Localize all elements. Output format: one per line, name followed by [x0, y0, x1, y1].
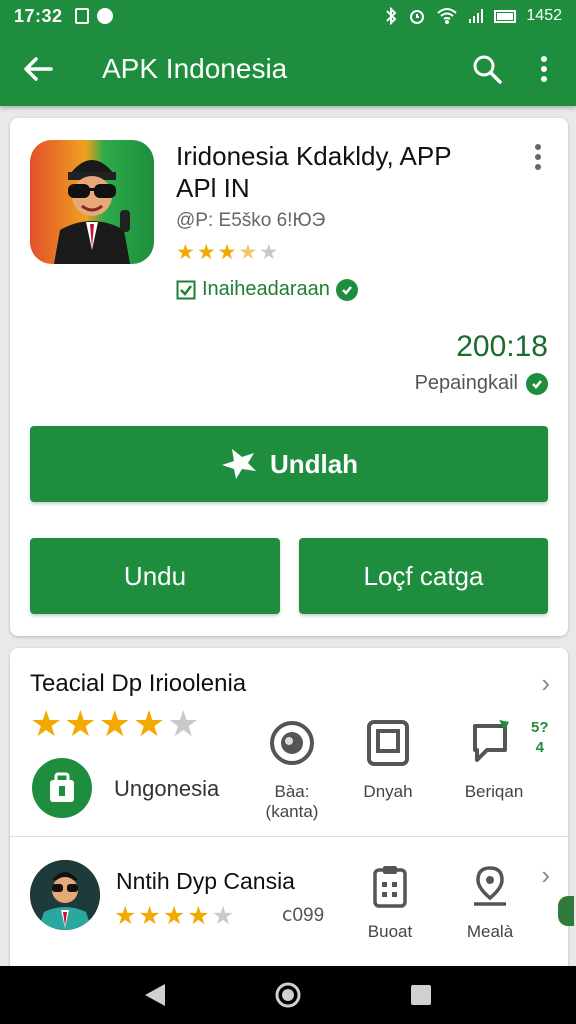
more-vert-icon	[541, 56, 547, 82]
feature-label: Buoat	[367, 922, 413, 941]
back-arrow-icon	[24, 57, 53, 81]
burst-icon	[221, 449, 256, 479]
star-icon: ★	[176, 241, 195, 264]
star-icon: ★	[138, 902, 161, 930]
secondary-button-left-label: Undu	[123, 560, 187, 591]
battery-icon	[494, 9, 517, 23]
app-logo-illustration	[30, 140, 154, 264]
chat-bubble-icon	[473, 720, 509, 762]
tablet-icon	[367, 720, 409, 766]
star-icon: ★	[114, 902, 137, 930]
radio-icon	[270, 721, 314, 765]
nav-back-icon[interactable]	[143, 982, 167, 1008]
more-dot-icon	[535, 164, 541, 170]
feature-label: Dnyah	[363, 782, 413, 801]
secondary-button-right-label: Loçf catga	[363, 560, 484, 591]
status-bar: 17:32 1452	[0, 0, 576, 32]
primary-download-button[interactable]: Undlah	[30, 426, 548, 502]
developer-icon[interactable]	[32, 758, 92, 818]
notification-icon	[96, 8, 113, 24]
details-card: Teacial Dp Irioolenia › ★ ★ ★ ★ ★ Ungone…	[10, 648, 574, 968]
bag-icon	[50, 772, 74, 802]
second-item-name: Nntih Dyp Cansia	[116, 868, 295, 894]
download-count: 200:18	[456, 330, 548, 363]
system-nav-bar	[0, 966, 576, 1024]
feature-label: Beriqan	[464, 782, 524, 801]
signal-icon	[469, 9, 484, 23]
second-item-rating-stars: ★ ★ ★ ★ ★	[114, 904, 234, 929]
feature-item[interactable]: 5?4 Beriqan	[446, 714, 549, 802]
feature-badge: 5?4	[531, 719, 549, 756]
nav-recents-icon[interactable]	[409, 983, 433, 1007]
verified-row: Inaiheadaraan	[176, 278, 358, 301]
verified-badge-icon	[335, 278, 358, 301]
clipboard-icon	[373, 866, 407, 908]
alarm-icon	[410, 10, 425, 24]
edge-badge-icon	[558, 896, 574, 926]
secondary-button-left[interactable]: Undu	[30, 538, 280, 614]
chevron-right-icon[interactable]: ›	[541, 668, 550, 699]
avatar-illustration	[30, 860, 100, 930]
app-icon[interactable]	[30, 140, 154, 264]
developer-label: Ungonesia	[114, 776, 220, 801]
star-icon: ★	[162, 902, 186, 930]
star-icon: ★	[187, 902, 210, 930]
app-id-text: @P: E5ško 6!ЮЭ	[176, 210, 326, 231]
chevron-right-icon[interactable]: ›	[541, 860, 550, 891]
nav-home-icon[interactable]	[274, 981, 302, 1009]
star-icon: ★	[132, 703, 166, 744]
star-icon: ★	[196, 241, 216, 264]
feature-label: Bàa: (kanta)	[265, 782, 319, 821]
section-rating-stars: ★ ★ ★ ★ ★	[30, 706, 199, 742]
app-card: Iridonesia Kdakldy, APP APl IN @P: E5ško…	[10, 118, 568, 636]
primary-button-label: Undlah	[269, 448, 359, 479]
search-button[interactable]	[462, 54, 512, 84]
card-more-button[interactable]	[528, 144, 548, 170]
app-rating-stars: ★ ★ ★ ★ ★	[176, 242, 278, 264]
star-icon: ★	[64, 703, 97, 744]
divider	[10, 836, 568, 837]
app-bar: APK Indonesia	[0, 32, 576, 106]
feature-item[interactable]: Mealà	[442, 860, 538, 942]
app-name: Iridonesia Kdakldy, APP APl IN	[176, 141, 452, 203]
section-title: Teacial Dp Irioolenia	[30, 670, 247, 697]
status-right-text: 1452	[526, 7, 562, 24]
status-time: 17:32	[14, 5, 63, 26]
star-half-icon: ★	[238, 241, 258, 264]
feature-label: Mealà	[466, 922, 514, 941]
feature-item[interactable]: Bàa: (kanta)	[244, 714, 340, 822]
secondary-button-right[interactable]: Loçf catga	[299, 538, 548, 614]
wifi-icon	[437, 8, 458, 24]
sim-icon	[74, 8, 89, 24]
page-title: APK Indonesia	[102, 53, 288, 84]
feature-item[interactable]: Dnyah	[340, 714, 436, 802]
star-empty-icon: ★	[259, 241, 279, 264]
search-icon	[473, 55, 502, 84]
more-dot-icon	[535, 144, 541, 150]
verified-label: Inaiheadaraan	[202, 278, 330, 300]
check-badge-icon	[526, 372, 548, 395]
location-pin-icon	[474, 866, 506, 906]
back-button[interactable]	[0, 56, 76, 82]
more-dot-icon	[535, 154, 541, 160]
second-item-count: ⅽ099	[282, 905, 325, 926]
star-empty-icon: ★	[167, 703, 200, 744]
bluetooth-icon	[386, 7, 397, 25]
overflow-menu-button[interactable]	[512, 56, 576, 82]
star-icon: ★	[217, 241, 237, 264]
count-label-row: Pepaingkail	[415, 372, 548, 395]
count-label: Pepaingkail	[414, 372, 518, 394]
star-empty-icon: ★	[211, 902, 235, 930]
star-icon: ★	[98, 703, 131, 744]
star-icon: ★	[30, 703, 63, 744]
avatar[interactable]	[30, 860, 100, 930]
feature-item[interactable]: Buoat	[342, 860, 438, 942]
checkbox-icon	[176, 280, 196, 299]
